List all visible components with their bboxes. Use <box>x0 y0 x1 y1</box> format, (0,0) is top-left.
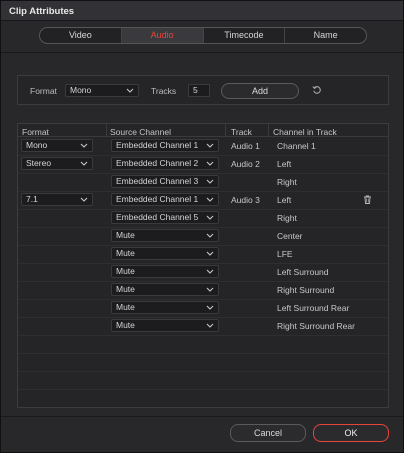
chevron-down-icon <box>206 176 214 187</box>
chevron-down-icon <box>80 158 88 169</box>
row-format-dropdown[interactable]: 7.1 <box>21 193 93 206</box>
row-channel: Left Surround Rear <box>277 303 350 313</box>
clip-attributes-dialog: Clip Attributes Video Audio Timecode Nam… <box>0 0 404 453</box>
footer-divider <box>1 416 403 417</box>
row-format-dropdown[interactable]: Mono <box>21 139 93 152</box>
row-source-dropdown[interactable]: Embedded Channel 2 <box>111 157 219 170</box>
row-source-dropdown[interactable]: Mute <box>111 265 219 278</box>
row-source-dropdown[interactable]: Embedded Channel 1 <box>111 193 219 206</box>
row-channel: Channel 1 <box>277 141 316 151</box>
row-channel: Left Surround <box>277 267 329 277</box>
row-divider <box>18 299 388 300</box>
row-channel: Right <box>277 177 297 187</box>
row-track: Audio 3 <box>231 195 260 205</box>
chevron-down-icon <box>206 266 214 277</box>
row-divider <box>18 209 388 210</box>
row-channel: Center <box>277 231 303 241</box>
row-source-dropdown[interactable]: Mute <box>111 301 219 314</box>
format-dropdown[interactable]: Mono <box>65 84 139 97</box>
trash-icon[interactable] <box>363 195 372 204</box>
row-format-value: Mono <box>26 140 48 150</box>
chevron-down-icon <box>80 140 88 151</box>
row-track: Audio 2 <box>231 159 260 169</box>
row-divider <box>18 227 388 228</box>
tracks-input[interactable]: 5 <box>188 84 210 97</box>
row-divider <box>18 155 388 156</box>
row-channel: Right <box>277 213 297 223</box>
row-source-value: Embedded Channel 2 <box>116 158 199 168</box>
format-dropdown-value: Mono <box>70 85 92 95</box>
format-label: Format <box>30 86 57 96</box>
row-divider <box>18 281 388 282</box>
row-divider <box>18 371 388 372</box>
row-source-value: Embedded Channel 5 <box>116 212 199 222</box>
row-divider <box>18 191 388 192</box>
row-channel: Right Surround <box>277 285 335 295</box>
chevron-down-icon <box>206 302 214 313</box>
row-divider <box>18 245 388 246</box>
row-source-dropdown[interactable]: Mute <box>111 283 219 296</box>
reset-icon[interactable] <box>312 85 322 95</box>
row-divider <box>18 353 388 354</box>
chevron-down-icon <box>206 284 214 295</box>
chevron-down-icon <box>206 212 214 223</box>
row-source-dropdown[interactable]: Embedded Channel 3 <box>111 175 219 188</box>
title-bar: Clip Attributes <box>1 1 403 21</box>
row-channel: Right Surround Rear <box>277 321 355 331</box>
row-format-value: Stereo <box>26 158 52 168</box>
chevron-down-icon <box>206 248 214 259</box>
cancel-button[interactable]: Cancel <box>230 424 306 442</box>
add-button[interactable]: Add <box>221 83 299 99</box>
row-channel: Left <box>277 195 292 205</box>
row-divider <box>18 173 388 174</box>
chevron-down-icon <box>206 320 214 331</box>
row-source-value: Embedded Channel 3 <box>116 176 199 186</box>
chevron-down-icon <box>80 194 88 205</box>
row-format-value: 7.1 <box>26 194 38 204</box>
row-source-value: Mute <box>116 248 135 258</box>
row-track: Audio 1 <box>231 141 260 151</box>
chevron-down-icon <box>206 158 214 169</box>
ok-button[interactable]: OK <box>313 424 389 442</box>
divider <box>1 52 403 53</box>
channel-mapping-table: Format Source Channel Track Channel in T… <box>17 123 389 408</box>
row-divider <box>18 317 388 318</box>
chevron-down-icon <box>206 230 214 241</box>
tab-bar: Video Audio Timecode Name <box>39 27 367 44</box>
header-divider <box>18 136 388 137</box>
tab-name[interactable]: Name <box>285 28 366 43</box>
row-source-value: Mute <box>116 320 135 330</box>
tracks-label: Tracks <box>151 86 177 96</box>
chevron-down-icon <box>206 140 214 151</box>
add-track-panel: Format Mono Tracks 5 Add <box>17 75 389 105</box>
row-source-value: Mute <box>116 284 135 294</box>
row-source-dropdown[interactable]: Mute <box>111 229 219 242</box>
row-format-dropdown[interactable]: Stereo <box>21 157 93 170</box>
row-source-value: Mute <box>116 230 135 240</box>
dialog-title: Clip Attributes <box>9 6 75 17</box>
row-channel: Left <box>277 159 292 169</box>
chevron-down-icon <box>206 194 214 205</box>
tab-timecode[interactable]: Timecode <box>204 28 286 43</box>
row-source-dropdown[interactable]: Mute <box>111 247 219 260</box>
row-divider <box>18 389 388 390</box>
row-source-value: Embedded Channel 1 <box>116 194 199 204</box>
row-source-dropdown[interactable]: Embedded Channel 5 <box>111 211 219 224</box>
row-source-value: Mute <box>116 266 135 276</box>
row-divider <box>18 335 388 336</box>
row-source-value: Mute <box>116 302 135 312</box>
tab-video[interactable]: Video <box>40 28 122 43</box>
row-channel: LFE <box>277 249 293 259</box>
row-source-dropdown[interactable]: Mute <box>111 319 219 332</box>
row-source-value: Embedded Channel 1 <box>116 140 199 150</box>
tab-audio[interactable]: Audio <box>121 28 204 43</box>
chevron-down-icon <box>126 85 134 96</box>
row-divider <box>18 263 388 264</box>
row-source-dropdown[interactable]: Embedded Channel 1 <box>111 139 219 152</box>
